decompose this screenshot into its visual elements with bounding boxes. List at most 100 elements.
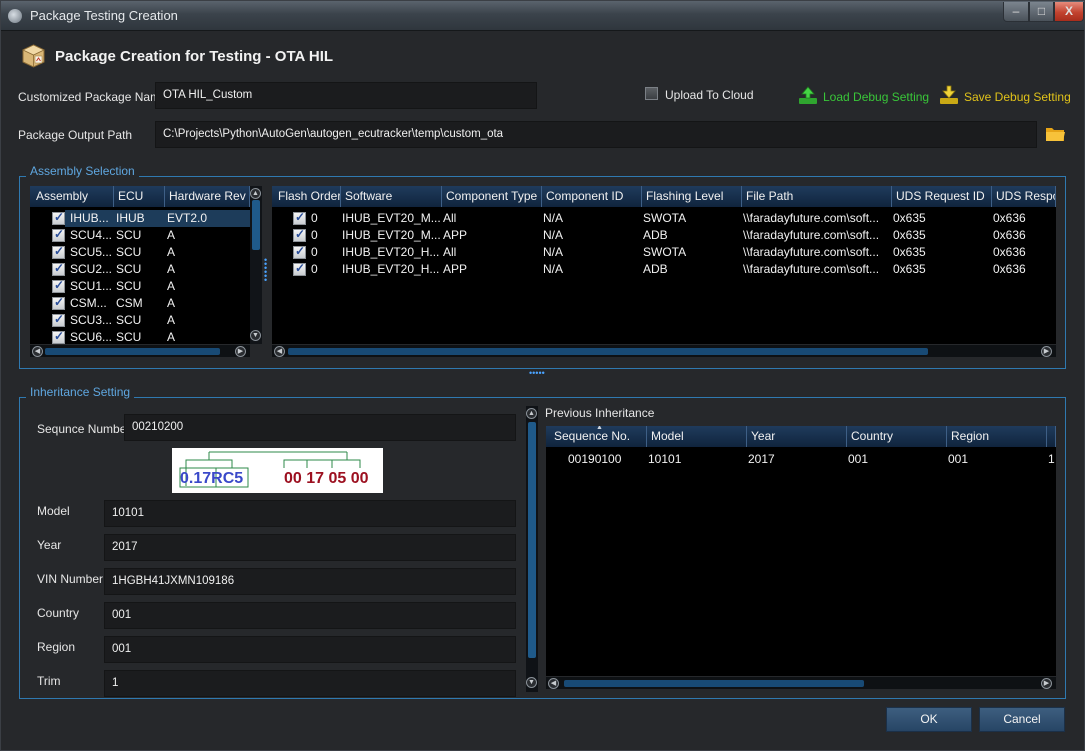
scroll-up-icon[interactable]: ▲: [250, 188, 261, 199]
table-row[interactable]: SCU6...: [70, 329, 114, 344]
row-checkbox[interactable]: [293, 261, 306, 276]
table-cell[interactable]: CSM: [116, 295, 164, 312]
output-path-input[interactable]: C:\Projects\Python\AutoGen\autogen_ecutr…: [155, 121, 1037, 148]
row-checkbox[interactable]: [52, 312, 65, 327]
column-header-uds-request-id[interactable]: UDS Request ID: [892, 186, 992, 207]
table-cell[interactable]: SWOTA: [643, 244, 739, 261]
table-cell[interactable]: SCU: [116, 329, 164, 344]
column-header-country[interactable]: Country: [847, 426, 947, 447]
year-input[interactable]: 2017: [104, 534, 516, 561]
table-cell[interactable]: A: [167, 329, 247, 344]
assembly-grid[interactable]: Assembly ECU Hardware Rev IHUB...IHUBEVT…: [30, 186, 250, 344]
scroll-thumb[interactable]: [288, 348, 928, 355]
table-cell[interactable]: A: [167, 227, 247, 244]
scroll-right-icon[interactable]: ▶: [235, 346, 246, 357]
table-cell[interactable]: SCU: [116, 244, 164, 261]
vertical-splitter-handle[interactable]: • • • • • •: [264, 256, 270, 285]
table-cell[interactable]: SCU: [116, 278, 164, 295]
column-header-flashing-level[interactable]: Flashing Level: [642, 186, 742, 207]
table-cell[interactable]: N/A: [543, 261, 639, 278]
upload-to-cloud-checkbox[interactable]: [645, 87, 658, 100]
table-row[interactable]: SCU2...: [70, 261, 114, 278]
ok-button[interactable]: OK: [886, 707, 972, 732]
row-checkbox[interactable]: [52, 261, 65, 276]
table-row[interactable]: SCU4...: [70, 227, 114, 244]
scroll-left-icon[interactable]: ◀: [548, 678, 559, 689]
load-debug-icon[interactable]: [797, 84, 819, 106]
column-header-uds-response-id[interactable]: UDS Response ID: [992, 186, 1056, 207]
row-checkbox[interactable]: [52, 210, 65, 225]
table-cell[interactable]: 0x635: [893, 244, 989, 261]
package-name-input[interactable]: OTA HIL_Custom: [155, 82, 537, 109]
table-cell[interactable]: 0: [311, 244, 339, 261]
table-cell[interactable]: IHUB_EVT20_M...: [342, 227, 440, 244]
table-cell[interactable]: A: [167, 244, 247, 261]
table-cell[interactable]: All: [443, 210, 539, 227]
table-cell[interactable]: A: [167, 261, 247, 278]
scroll-down-icon[interactable]: ▼: [526, 677, 537, 688]
row-checkbox[interactable]: [52, 278, 65, 293]
inheritance-vscrollbar[interactable]: [526, 406, 538, 692]
column-header-file-path[interactable]: File Path: [742, 186, 892, 207]
save-debug-icon[interactable]: [938, 84, 960, 106]
table-cell[interactable]: A: [167, 312, 247, 329]
table-cell[interactable]: APP: [443, 227, 539, 244]
horizontal-splitter-handle[interactable]: •••••: [529, 369, 559, 378]
table-cell[interactable]: SCU: [116, 227, 164, 244]
software-grid[interactable]: Flash Order Software Component Type Comp…: [272, 186, 1056, 344]
title-bar[interactable]: Package Testing Creation – □ X: [1, 1, 1084, 31]
table-cell[interactable]: 0x636: [993, 244, 1053, 261]
scroll-down-icon[interactable]: ▼: [250, 330, 261, 341]
vin-number-input[interactable]: 1HGBH41JXMN109186: [104, 568, 516, 595]
table-cell[interactable]: 0x635: [893, 210, 989, 227]
software-grid-hscrollbar[interactable]: [272, 345, 1056, 357]
table-cell[interactable]: 001: [848, 451, 944, 468]
table-row[interactable]: SCU1...: [70, 278, 114, 295]
cancel-button[interactable]: Cancel: [979, 707, 1065, 732]
assembly-grid-vscrollbar[interactable]: [250, 186, 262, 344]
table-cell[interactable]: 0: [311, 210, 339, 227]
column-header-trim[interactable]: [1047, 426, 1056, 447]
table-cell[interactable]: 0: [311, 261, 339, 278]
column-header-software[interactable]: Software: [341, 186, 442, 207]
save-debug-setting-link[interactable]: Save Debug Setting: [964, 90, 1071, 104]
previous-inheritance-grid[interactable]: Sequence No. Model Year Country Region ▲…: [546, 426, 1056, 676]
table-cell[interactable]: SCU: [116, 312, 164, 329]
scroll-left-icon[interactable]: ◀: [32, 346, 43, 357]
close-button[interactable]: X: [1054, 2, 1084, 22]
table-cell[interactable]: N/A: [543, 210, 639, 227]
table-cell[interactable]: IHUB_EVT20_M...: [342, 210, 440, 227]
table-cell[interactable]: 1: [1048, 451, 1056, 468]
row-checkbox[interactable]: [293, 227, 306, 242]
table-cell[interactable]: \\faradayfuture.com\soft...: [743, 227, 889, 244]
table-cell[interactable]: A: [167, 278, 247, 295]
table-cell[interactable]: 0x636: [993, 210, 1053, 227]
column-header-component-id[interactable]: Component ID: [542, 186, 642, 207]
scroll-thumb[interactable]: [45, 348, 220, 355]
previous-grid-hscrollbar[interactable]: [546, 677, 1056, 689]
model-input[interactable]: 10101: [104, 500, 516, 527]
row-checkbox[interactable]: [52, 295, 65, 310]
column-header-hardware-rev[interactable]: Hardware Rev: [165, 186, 250, 207]
sequence-number-input[interactable]: 00210200: [124, 414, 516, 441]
minimize-button[interactable]: –: [1003, 2, 1029, 22]
table-cell[interactable]: SWOTA: [643, 210, 739, 227]
table-cell[interactable]: 00190100: [568, 451, 646, 468]
load-debug-setting-link[interactable]: Load Debug Setting: [823, 90, 929, 104]
table-cell[interactable]: N/A: [543, 244, 639, 261]
table-row[interactable]: IHUB...: [70, 210, 114, 227]
column-header-model[interactable]: Model: [647, 426, 747, 447]
table-cell[interactable]: IHUB_EVT20_H...: [342, 244, 440, 261]
folder-icon[interactable]: [1045, 125, 1066, 142]
table-cell[interactable]: 0x636: [993, 227, 1053, 244]
row-checkbox[interactable]: [52, 227, 65, 242]
table-cell[interactable]: \\faradayfuture.com\soft...: [743, 261, 889, 278]
scroll-up-icon[interactable]: ▲: [526, 408, 537, 419]
table-cell[interactable]: 0x635: [893, 227, 989, 244]
row-checkbox[interactable]: [52, 244, 65, 259]
table-cell[interactable]: ADB: [643, 227, 739, 244]
scroll-right-icon[interactable]: ▶: [1041, 678, 1052, 689]
table-cell[interactable]: EVT2.0: [167, 210, 247, 227]
table-cell[interactable]: 10101: [648, 451, 744, 468]
table-cell[interactable]: 0: [311, 227, 339, 244]
